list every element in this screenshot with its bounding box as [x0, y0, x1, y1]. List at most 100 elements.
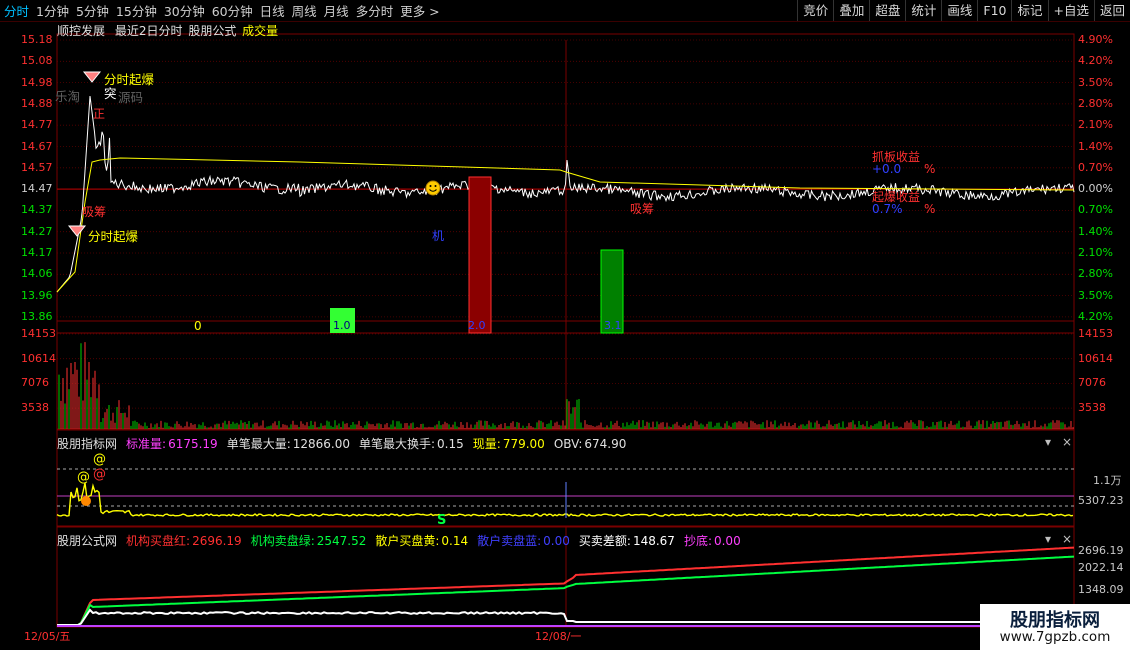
- legend-label: OBV:: [553, 437, 583, 451]
- marker-at-3: @: [93, 452, 106, 467]
- chart-canvas[interactable]: [0, 22, 1130, 650]
- axis-tick: 0.70%: [1078, 203, 1113, 217]
- axis-tick: 14.57: [21, 160, 53, 174]
- legend-value: 0.00: [543, 534, 570, 548]
- zheng-label: 正: [93, 107, 106, 121]
- period-tab[interactable]: 多分时: [352, 1, 397, 20]
- indicator2-name: 股朋公式网: [57, 534, 118, 548]
- legend-label: 单笔最大换手:: [359, 437, 436, 451]
- indicator2-tick-2: 2022.14: [1078, 561, 1124, 574]
- axis-tick: 4.20%: [1078, 54, 1113, 68]
- indicator2-collapse-icon[interactable]: ▾: [1045, 532, 1051, 546]
- legend-value: 674.90: [584, 437, 627, 451]
- toolbar-button[interactable]: 返回: [1093, 0, 1130, 21]
- xichou-right-label: 吸筹: [630, 202, 655, 216]
- fenshi-qibao-top-icon: [82, 70, 102, 87]
- xichou-left-label: 吸筹: [82, 205, 107, 219]
- zhuaban-pct: %: [924, 162, 936, 176]
- period-tab[interactable]: 分时: [0, 1, 32, 20]
- toolbar-button[interactable]: 标记: [1011, 0, 1047, 21]
- legend-label: 散户卖盘蓝:: [477, 534, 542, 548]
- ji-label: 机: [432, 229, 445, 243]
- marker-s: S: [437, 513, 447, 528]
- indicator1-legend: 股朋指标网 标准量: 6175.19 单笔最大量: 12866.00 单笔最大换手: 0.1…: [57, 435, 634, 452]
- chart-header: 顺控发展 最近2日分时 股朋公式 成交量: [57, 22, 278, 39]
- indicator2-close-icon[interactable]: ×: [1062, 532, 1072, 546]
- axis-tick: 2.10%: [1078, 118, 1113, 132]
- indicator2-tick-1: 2696.19: [1078, 544, 1124, 557]
- axis-tick: 14.37: [21, 203, 53, 217]
- indicator1-tick-bottom: 5307.23: [1078, 494, 1124, 507]
- indicator2-legend: 股朋公式网 机构买盘红: 2696.19 机构卖盘绿: 2547.52 散户买盘黄: 0.1…: [57, 532, 749, 549]
- toolbar-button[interactable]: 画线: [941, 0, 977, 21]
- legend-label: 机构卖盘绿:: [250, 534, 315, 548]
- formula-label: 股朋公式: [188, 24, 237, 38]
- chart-area[interactable]: 顺控发展 最近2日分时 股朋公式 成交量 15.18 15.08 14.98 14.8…: [0, 22, 1130, 650]
- toolbar-button[interactable]: 竞价: [797, 0, 833, 21]
- axis-tick: 7076: [21, 376, 49, 390]
- toolbar-buttons: 竞价 叠加 超盘 统计 画线 F10 标记 +自选 返回: [797, 0, 1130, 21]
- period-tab[interactable]: 15分钟: [112, 1, 160, 20]
- legend-value: 0.14: [441, 534, 469, 548]
- axis-tick: 14.88: [21, 96, 53, 110]
- legend-value: 2696.19: [192, 534, 242, 548]
- tu-label: 突: [104, 86, 117, 101]
- period-tab[interactable]: 周线: [288, 1, 320, 20]
- legend-value: 2547.52: [316, 534, 367, 548]
- watermark: 股朋指标网 www.7gpzb.com: [980, 604, 1130, 650]
- toolbar-button[interactable]: 叠加: [833, 0, 869, 21]
- bar-red-label: 2.0: [468, 319, 486, 332]
- axis-tick: 10614: [1078, 351, 1113, 365]
- axis-tick: 4.20%: [1078, 309, 1113, 323]
- toolbar-button[interactable]: 统计: [905, 0, 941, 21]
- period-tab[interactable]: 5分钟: [72, 1, 112, 20]
- fenshi-qibao-bottom-label: 分时起爆: [88, 229, 139, 244]
- zhuaban-value: +0.0: [872, 162, 902, 176]
- indicator1-close-icon[interactable]: ×: [1062, 435, 1072, 449]
- axis-tick: 14.98: [21, 75, 53, 89]
- legend-label: 现量:: [472, 437, 501, 451]
- indicator2-tick-3: 1348.09: [1078, 583, 1124, 596]
- axis-tick: 1.40%: [1078, 224, 1113, 238]
- axis-tick: 4.90%: [1078, 33, 1113, 46]
- yuanma-text: 源码: [118, 90, 144, 105]
- smiley-icon: [425, 180, 441, 199]
- indicator1-collapse-icon[interactable]: ▾: [1045, 435, 1051, 449]
- legend-value: 0.15: [437, 437, 464, 451]
- axis-tick: 3.50%: [1078, 288, 1113, 302]
- period-tab[interactable]: 30分钟: [160, 1, 208, 20]
- legend-label: 标准量:: [126, 437, 167, 451]
- legend-value: 6175.19: [168, 437, 218, 451]
- legend-value: 12866.00: [292, 437, 350, 451]
- period-tabs: 分时 1分钟 5分钟 15分钟 30分钟 60分钟 日线 周线 月线 多分时 更多 >: [0, 0, 443, 21]
- period-tab[interactable]: 月线: [320, 1, 352, 20]
- axis-tick: 1.40%: [1078, 139, 1113, 153]
- indicator1-tick-top: 1.1万: [1093, 474, 1122, 487]
- top-toolbar: 分时 1分钟 5分钟 15分钟 30分钟 60分钟 日线 周线 月线 多分时 更多 > 竞价 叠加 超盘…: [0, 0, 1130, 22]
- axis-tick: 2.10%: [1078, 246, 1113, 259]
- axis-tick: 14.27: [21, 224, 53, 238]
- axis-tick: 14.77: [21, 118, 53, 132]
- axis-tick: 15.18: [21, 33, 53, 46]
- period-tab[interactable]: 60分钟: [208, 1, 256, 20]
- lequ-text: 乐淘: [55, 89, 81, 104]
- axis-tick: 3538: [1078, 401, 1106, 415]
- period-tab[interactable]: 日线: [256, 1, 288, 20]
- toolbar-button[interactable]: +自选: [1047, 0, 1094, 21]
- axis-tick: 7076: [1078, 376, 1106, 390]
- marker-at-2: @: [93, 467, 106, 482]
- legend-label: 买卖差额:: [578, 534, 631, 548]
- axis-tick: 14.17: [21, 246, 53, 259]
- axis-tick: 14153: [1078, 327, 1113, 340]
- period-tab[interactable]: 更多 >: [396, 1, 442, 20]
- marker-at-1: @: [77, 470, 90, 485]
- toolbar-button[interactable]: 超盘: [869, 0, 905, 21]
- legend-label: 散户买盘黄:: [375, 534, 440, 548]
- toolbar-button[interactable]: F10: [977, 0, 1011, 21]
- legend-value: 779.00: [502, 437, 545, 451]
- signal-bar-red: [468, 176, 492, 334]
- period-tab[interactable]: 1分钟: [32, 1, 72, 20]
- axis-tick: 14.67: [21, 139, 53, 153]
- stock-title: 顺控发展: [57, 24, 106, 38]
- bar-dark-green-label: 3.1: [604, 319, 622, 332]
